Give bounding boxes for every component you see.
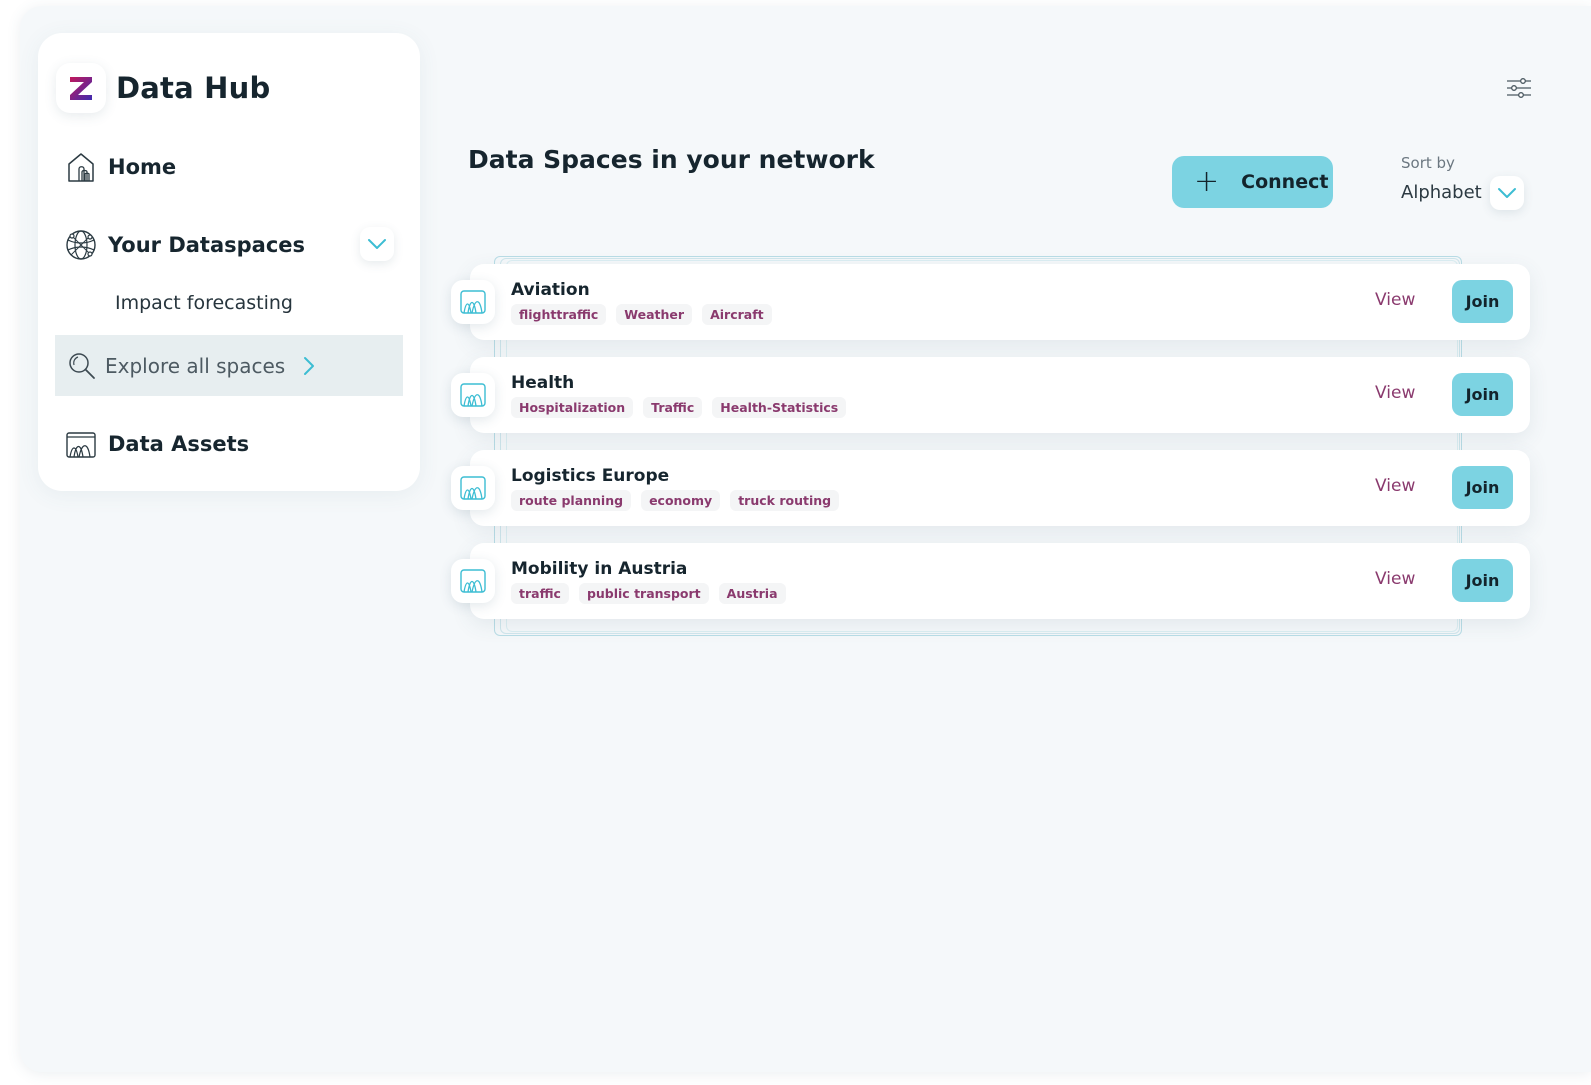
sliders-icon[interactable] (1506, 77, 1532, 99)
dataspaces-expand-button[interactable] (360, 227, 394, 261)
tag[interactable]: route planning (511, 490, 632, 511)
view-link[interactable]: View (1375, 569, 1415, 589)
join-button[interactable]: Join (1452, 280, 1513, 323)
tag[interactable]: economy (641, 490, 721, 511)
tag[interactable]: Health-Statistics (712, 397, 847, 418)
tag[interactable]: truck routing (730, 490, 840, 511)
dataspace-card[interactable]: Aviation flighttraffic Weather Aircraft Vi… (451, 264, 1530, 340)
z-logo-icon (56, 63, 106, 113)
dataspace-title: Mobility in Austria (511, 559, 688, 579)
magnifier-icon (69, 352, 95, 379)
sidebar-item-data-assets[interactable]: Data Assets (64, 427, 249, 461)
dataspace-tags: flighttraffic Weather Aircraft (511, 304, 782, 325)
sidebar-item-label: Explore all spaces (105, 353, 286, 378)
connect-button-label: Connect (1241, 171, 1329, 193)
sidebar-subitem-impact-forecasting[interactable]: Impact forecasting (115, 292, 293, 314)
sort-dropdown-button[interactable] (1490, 176, 1524, 210)
brand[interactable]: Data Hub (56, 63, 270, 113)
sidebar-item-label: Data Assets (108, 432, 250, 456)
tag[interactable]: flighttraffic (511, 304, 607, 325)
join-button[interactable]: Join (1452, 373, 1513, 416)
dataspace-icon (451, 373, 495, 417)
dataspace-title: Logistics Europe (511, 466, 670, 486)
join-button[interactable]: Join (1452, 466, 1513, 509)
dataspace-tags: route planning economy truck routing (511, 490, 849, 511)
join-button[interactable]: Join (1452, 559, 1513, 602)
tag[interactable]: Aircraft (702, 304, 772, 325)
dataspace-icon (451, 280, 495, 324)
sort-value[interactable]: Alphabet (1401, 182, 1482, 203)
dataspace-card[interactable]: Health Hospitalization Traffic Health-Stat… (451, 357, 1530, 433)
dataspace-card[interactable]: Mobility in Austria traffic public transp… (451, 543, 1530, 619)
dataspace-card[interactable]: Logistics Europe route planning economy tr… (451, 450, 1530, 526)
sort-label: Sort by (1401, 154, 1455, 172)
brand-title: Data Hub (116, 71, 271, 105)
home-icon (68, 153, 94, 182)
connect-button[interactable]: + Connect (1172, 156, 1333, 208)
tag[interactable]: Hospitalization (511, 397, 634, 418)
dataspace-title: Health (511, 373, 575, 393)
chevron-right-icon (304, 356, 315, 375)
sidebar-item-dataspaces[interactable]: Your Dataspaces (64, 228, 305, 262)
dataspace-title: Aviation (511, 280, 590, 300)
view-link[interactable]: View (1375, 383, 1415, 403)
view-link[interactable]: View (1375, 476, 1415, 496)
sidebar-item-label: Home (108, 155, 177, 179)
page-title: Data Spaces in your network (468, 145, 875, 174)
tag[interactable]: Weather (616, 304, 693, 325)
tag[interactable]: Traffic (643, 397, 703, 418)
plus-icon: + (1194, 164, 1220, 199)
sidebar-item-explore[interactable]: Explore all spaces (55, 335, 403, 396)
sidebar-item-home[interactable]: Home (64, 150, 176, 184)
sidebar: Data Hub Home Your Dataspaces Impact for… (38, 33, 420, 491)
sidebar-item-label: Your Dataspaces (108, 233, 306, 257)
chevron-down-icon (368, 239, 386, 249)
tag[interactable]: Austria (718, 583, 786, 604)
view-link[interactable]: View (1375, 290, 1415, 310)
tag[interactable]: traffic (511, 583, 569, 604)
dataspace-tags: traffic public transport Austria (511, 583, 796, 604)
dataspace-icon (451, 466, 495, 510)
tag[interactable]: public transport (578, 583, 709, 604)
data-assets-icon (66, 432, 96, 458)
dataspace-icon (451, 559, 495, 603)
dataspace-tags: Hospitalization Traffic Health-Statistics (511, 397, 856, 418)
chevron-down-icon (1498, 188, 1516, 198)
globe-icon (66, 230, 96, 260)
